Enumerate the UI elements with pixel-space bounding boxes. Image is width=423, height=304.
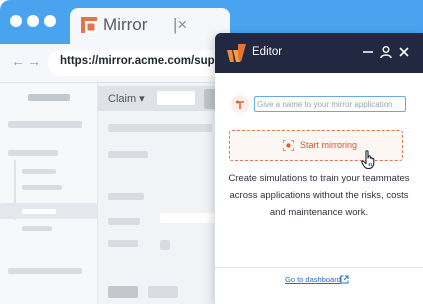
content-placeholder <box>108 240 138 247</box>
sidebar-placeholder <box>22 185 62 190</box>
content-placeholder <box>108 193 144 200</box>
tab-title: Mirror <box>103 15 148 34</box>
sidebar-placeholder <box>8 121 82 128</box>
content-placeholder <box>108 151 148 158</box>
editor-description: Create simulations to train your teammat… <box>228 173 410 218</box>
filter-select[interactable] <box>157 91 195 105</box>
sidebar-placeholder <box>8 268 82 274</box>
content-placeholder <box>108 218 140 225</box>
window-dot-maximize[interactable] <box>44 15 56 27</box>
hand-cursor-icon <box>361 150 375 170</box>
minimize-icon[interactable] <box>361 45 375 59</box>
record-target-icon <box>283 140 294 151</box>
sidebar-placeholder <box>22 209 56 214</box>
editor-title: Editor <box>252 46 283 58</box>
url-text: https://mirror.acme.com/suppo <box>60 55 229 67</box>
footer-divider <box>215 267 423 268</box>
content-placeholder <box>160 240 170 250</box>
go-to-dashboard-link[interactable]: Go to dashboard <box>285 275 341 284</box>
sidebar-placeholder <box>28 94 70 101</box>
sidebar-placeholder <box>22 169 56 174</box>
content-button[interactable] <box>148 286 178 298</box>
sidebar-placeholder <box>8 150 58 156</box>
browser-tab[interactable]: Mirror |× <box>70 8 230 44</box>
content-field[interactable] <box>160 213 216 223</box>
sidebar-placeholder <box>22 226 52 231</box>
content-button[interactable] <box>108 286 138 298</box>
close-icon[interactable] <box>397 45 411 59</box>
editor-header: Editor <box>215 33 423 73</box>
user-icon[interactable] <box>379 45 393 59</box>
forward-arrow-icon[interactable]: → <box>27 53 41 69</box>
external-link-icon[interactable] <box>340 275 349 284</box>
window-dot-close[interactable] <box>10 15 22 27</box>
pin-icon <box>231 95 249 113</box>
content-placeholder <box>108 124 212 132</box>
start-mirroring-label: Start mirroring <box>300 140 358 150</box>
editor-logo-icon <box>227 44 246 62</box>
mirror-logo-icon <box>81 17 97 33</box>
back-arrow-icon[interactable]: ← <box>11 53 25 69</box>
address-bar[interactable]: https://mirror.acme.com/suppo <box>48 50 238 76</box>
tab-close-icon[interactable]: |× <box>173 15 187 35</box>
window-dot-minimize[interactable] <box>27 15 39 27</box>
app-name-input[interactable] <box>254 96 406 112</box>
editor-panel: Editor Start mirroring Create simulation… <box>215 33 423 304</box>
claim-filter[interactable]: Claim ▾ <box>108 92 145 105</box>
